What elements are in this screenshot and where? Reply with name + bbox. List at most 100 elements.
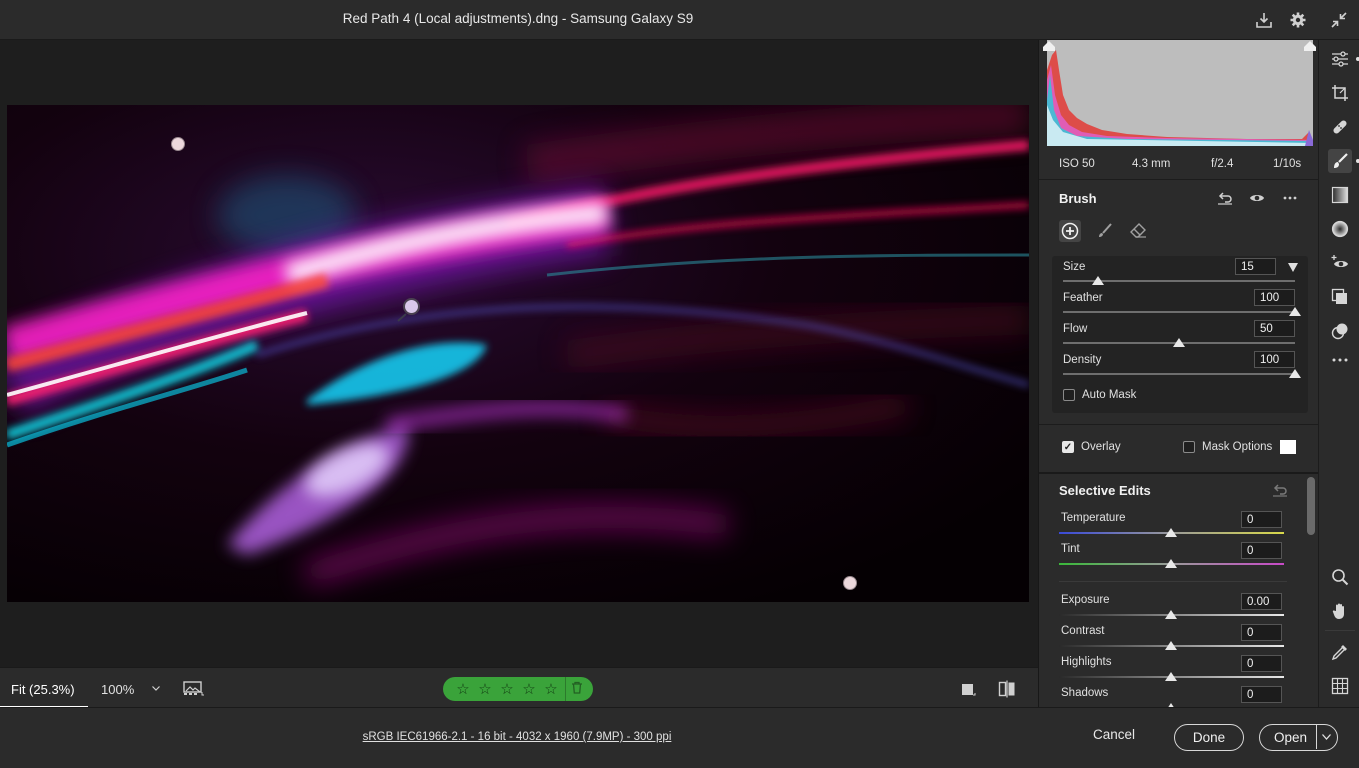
open-button-label: Open — [1274, 730, 1308, 745]
brush-paint-icon[interactable] — [1095, 221, 1115, 241]
image-canvas[interactable] — [0, 40, 1038, 667]
done-button[interactable]: Done — [1174, 724, 1244, 751]
star-1-icon[interactable]: ☆ — [452, 680, 474, 698]
feather-input[interactable]: 100 — [1254, 289, 1295, 306]
hand-icon[interactable] — [1328, 599, 1352, 623]
feather-label: Feather — [1063, 292, 1103, 304]
feather-slider-thumb[interactable] — [1289, 307, 1301, 316]
rating-divider — [565, 677, 566, 701]
workflow-options-link[interactable]: sRGB IEC61966-2.1 - 16 bit - 4032 x 1960… — [0, 731, 1034, 743]
cancel-button[interactable]: Cancel — [1093, 727, 1135, 742]
shadow-clipping-icon[interactable] — [1042, 40, 1056, 52]
size-label: Size — [1063, 261, 1086, 273]
flow-label: Flow — [1063, 323, 1088, 335]
star-5-icon[interactable]: ☆ — [540, 680, 562, 698]
filmstrip-icon[interactable] — [183, 679, 205, 697]
presets-icon[interactable] — [1328, 285, 1352, 309]
tint-input[interactable]: 0 — [1241, 542, 1282, 559]
flow-slider-thumb[interactable] — [1173, 338, 1185, 347]
shadows-label: Shadows — [1061, 687, 1109, 699]
exposure-slider-thumb[interactable] — [1165, 610, 1177, 619]
open-button[interactable]: Open — [1259, 724, 1338, 751]
eyedropper-icon[interactable] — [1328, 640, 1352, 664]
collapse-icon[interactable] — [1328, 9, 1350, 31]
highlights-input[interactable]: 0 — [1241, 655, 1282, 672]
overlay-label: Overlay — [1081, 441, 1121, 453]
exposure-input[interactable]: 0.00 — [1241, 593, 1282, 610]
brush-icon[interactable] — [1328, 149, 1352, 173]
size-input[interactable]: 15 — [1235, 258, 1276, 275]
trash-icon[interactable] — [571, 681, 583, 697]
flow-input[interactable]: 50 — [1254, 320, 1295, 337]
grid-icon[interactable] — [1328, 674, 1352, 698]
more-icon[interactable] — [1328, 348, 1352, 372]
contrast-slider-thumb[interactable] — [1165, 641, 1177, 650]
overlay-checkbox[interactable]: ✓ — [1062, 441, 1074, 453]
reset-icon[interactable] — [1216, 189, 1234, 207]
rating-bar: ☆ ☆ ☆ ☆ ☆ — [443, 677, 593, 701]
more-options-icon[interactable] — [1281, 189, 1299, 207]
snapshots-icon[interactable] — [1328, 319, 1352, 343]
selective-edits-reset-icon[interactable] — [1271, 481, 1289, 499]
density-input[interactable]: 100 — [1254, 351, 1295, 368]
zoom-icon[interactable] — [1328, 565, 1352, 589]
eraser-icon[interactable] — [1129, 221, 1149, 241]
zoom-level-select[interactable]: 100% — [90, 668, 162, 708]
edit-icon[interactable] — [1328, 47, 1352, 71]
mask-options-label: Mask Options — [1202, 441, 1273, 453]
view-toolbar: Fit (25.3%) 100% ☆ ☆ ☆ ☆ ☆ — [0, 667, 1038, 708]
divider — [1325, 630, 1355, 631]
brush-title: Brush — [1059, 191, 1097, 206]
photo-preview[interactable] — [7, 105, 1029, 602]
highlight-clipping-icon[interactable] — [1303, 40, 1317, 52]
mask-color-swatch[interactable] — [1280, 440, 1296, 454]
before-after-icon[interactable] — [959, 680, 977, 698]
mask-pin-1[interactable] — [171, 137, 185, 151]
density-label: Density — [1063, 354, 1102, 366]
compare-view-icon[interactable] — [997, 679, 1017, 699]
exif-shutter: 1/10s — [1273, 158, 1302, 170]
histogram — [1047, 40, 1313, 146]
contrast-input[interactable]: 0 — [1241, 624, 1282, 641]
brush-settings: Size 15 Feather 100 Flow 50 Density 100 … — [1052, 256, 1308, 413]
divider — [1059, 581, 1287, 582]
density-track[interactable] — [1063, 373, 1295, 375]
exif-aperture: f/2.4 — [1211, 158, 1234, 170]
highlights-slider-thumb[interactable] — [1165, 672, 1177, 681]
tint-slider-thumb[interactable] — [1165, 559, 1177, 568]
settings-icon[interactable] — [1287, 9, 1309, 31]
temperature-input[interactable]: 0 — [1241, 511, 1282, 528]
linear-gradient-icon[interactable] — [1328, 183, 1352, 207]
zoom-fit-button[interactable]: Fit (25.3%) — [0, 668, 88, 708]
chevron-down-icon — [152, 686, 160, 691]
auto-mask-checkbox[interactable] — [1063, 389, 1075, 401]
radial-gradient-icon[interactable] — [1328, 217, 1352, 241]
mask-pin-2[interactable] — [843, 576, 857, 590]
size-dropdown-icon[interactable] — [1288, 263, 1298, 272]
chevron-down-icon[interactable] — [1322, 734, 1331, 740]
save-icon[interactable] — [1253, 9, 1275, 31]
feather-track[interactable] — [1063, 311, 1295, 313]
divider — [1039, 424, 1318, 425]
tool-strip — [1318, 40, 1359, 707]
healing-icon[interactable] — [1328, 115, 1352, 139]
zoom-level-label: 100% — [101, 682, 135, 697]
brush-add-icon[interactable] — [1059, 220, 1081, 242]
window-title: Red Path 4 (Local adjustments).dng - Sam… — [342, 11, 694, 26]
panel-scrollbar[interactable] — [1307, 477, 1315, 535]
size-slider-thumb[interactable] — [1091, 276, 1104, 285]
temperature-slider-thumb[interactable] — [1165, 528, 1177, 537]
density-slider-thumb[interactable] — [1289, 369, 1301, 378]
highlights-label: Highlights — [1061, 656, 1112, 668]
temperature-label: Temperature — [1061, 512, 1126, 524]
crop-icon[interactable] — [1328, 81, 1352, 105]
mask-options-checkbox[interactable] — [1183, 441, 1195, 453]
visibility-eye-icon[interactable] — [1248, 189, 1266, 207]
open-button-divider — [1316, 725, 1317, 749]
auto-mask-label: Auto Mask — [1082, 389, 1137, 401]
star-3-icon[interactable]: ☆ — [496, 680, 518, 698]
shadows-input[interactable]: 0 — [1241, 686, 1282, 703]
star-4-icon[interactable]: ☆ — [518, 680, 540, 698]
red-eye-icon[interactable] — [1328, 251, 1352, 275]
star-2-icon[interactable]: ☆ — [474, 680, 496, 698]
